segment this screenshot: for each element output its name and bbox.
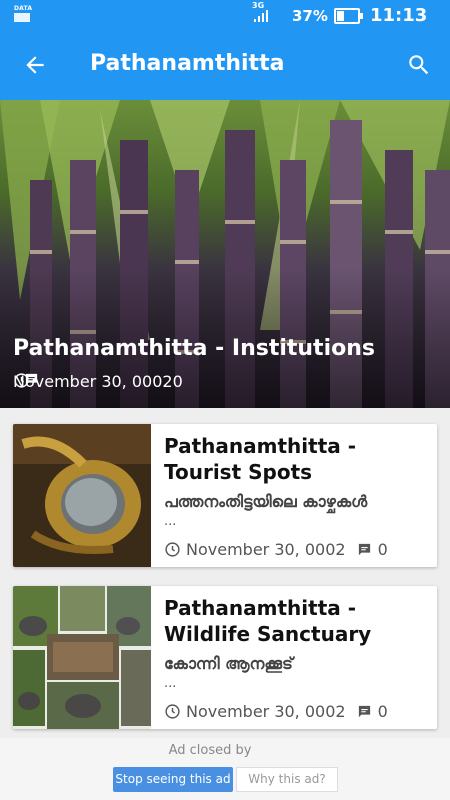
comment-icon — [358, 705, 370, 718]
clock-icon — [165, 542, 180, 557]
post-thumbnail — [13, 424, 151, 567]
comment-count: 0 — [377, 702, 388, 721]
clock-icon — [165, 704, 180, 719]
post-title: Pathanamthitta - Tourist Spots — [164, 434, 357, 484]
post-date: November 30, 0002 — [186, 540, 346, 559]
featured-post-meta: November 30, 0002 0 — [13, 372, 183, 391]
post-card[interactable]: Pathanamthitta - Wildlife Sanctuary കോന്… — [13, 586, 437, 729]
network-type: 3G — [252, 1, 265, 10]
post-ellipsis: ... — [164, 676, 177, 691]
post-card[interactable]: Pathanamthitta - Tourist Spots പത്തനംതിട… — [13, 424, 437, 567]
post-title: Pathanamthitta - Wildlife Sanctuary — [164, 596, 372, 646]
post-date: November 30, 0002 — [186, 702, 346, 721]
featured-post[interactable]: Pathanamthitta - Institutions November 3… — [0, 100, 450, 408]
featured-post-title: Pathanamthitta - Institutions — [13, 336, 375, 361]
thumbnail-image — [13, 586, 151, 729]
comment-count: 0 — [377, 540, 388, 559]
post-meta: November 30, 0002 0 — [164, 702, 388, 721]
status-bar: DATA 3G 37% 11:13 PM — [0, 0, 450, 45]
post-ellipsis: ... — [164, 514, 177, 529]
page-title: Pathanamthitta — [90, 51, 285, 76]
post-excerpt: കോന്നി ആനക്കൂട് — [164, 654, 293, 673]
stop-seeing-ad-button[interactable]: Stop seeing this ad — [113, 767, 233, 792]
comment-icon — [358, 543, 370, 556]
post-thumbnail — [13, 586, 151, 729]
battery-percent: 37% — [292, 7, 328, 25]
ad-closed-text: Ad closed by — [168, 743, 252, 758]
why-this-ad-button[interactable]: Why this ad? — [236, 767, 338, 792]
data-indicator: DATA — [14, 5, 33, 12]
signal-icon — [254, 10, 268, 22]
comment-count: 0 — [172, 372, 183, 391]
clock-time: 11:13 — [370, 5, 428, 26]
app-bar: Pathanamthitta — [0, 30, 450, 100]
search-icon[interactable] — [406, 52, 432, 78]
arrow-left-icon[interactable] — [22, 52, 48, 78]
post-excerpt: പത്തനംതിട്ടയിലെ കാഴ്ചകൾ — [164, 492, 368, 511]
ad-banner: Ad closed by Stop seeing this ad Why thi… — [0, 738, 450, 800]
thumbnail-image — [13, 424, 151, 567]
battery-icon — [334, 8, 363, 24]
post-meta: November 30, 0002 0 — [164, 540, 388, 559]
data-icon — [14, 13, 30, 22]
comment-icon — [25, 373, 38, 386]
